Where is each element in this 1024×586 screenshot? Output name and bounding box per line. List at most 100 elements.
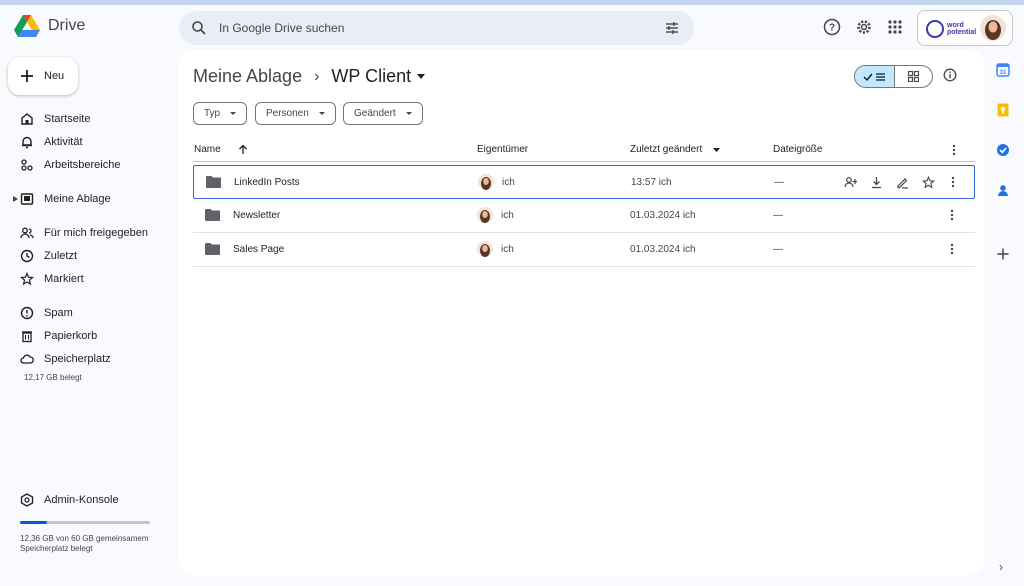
sidebar-item-recent[interactable]: Zuletzt [20,249,77,263]
calendar-icon[interactable]: 31 [996,63,1010,77]
sidebar-item-shared[interactable]: Für mich freigegeben [20,226,148,240]
file-name: Newsletter [233,209,281,221]
owner-name: ich [501,209,514,221]
admin-console-link[interactable]: Admin-Konsole [20,493,119,507]
filter-people-chip[interactable]: Personen [255,102,336,125]
more-vert-icon[interactable] [950,243,954,255]
star-icon[interactable] [922,176,935,189]
admin-console-label: Admin-Konsole [44,494,119,506]
folder-icon [206,176,221,188]
spam-icon [20,306,34,320]
search-options-icon[interactable] [664,20,680,36]
search-input[interactable]: In Google Drive suchen [219,21,344,35]
chevron-right-icon[interactable]: › [999,560,1003,574]
sidebar-item-my-drive[interactable]: Meine Ablage [20,192,111,206]
sidebar-item-storage[interactable]: Speicherplatz [20,352,111,366]
breadcrumb-current-label: WP Client [331,66,412,86]
account-switcher[interactable]: word potential [917,10,1013,46]
sidebar-item-label: Für mich freigegeben [44,227,148,239]
tasks-icon[interactable] [996,143,1010,157]
more-vert-icon[interactable] [950,209,954,221]
file-name-cell[interactable]: Sales Page [205,243,284,255]
sidebar-item-trash[interactable]: Papierkorb [20,329,97,343]
storage-quota-text: 12,36 GB von 60 GB gemeinsamem Speicherp… [20,534,149,553]
sidebar-item-home[interactable]: Startseite [20,112,90,126]
org-logo: word potential [926,20,976,38]
filter-chip-label: Typ [204,108,221,119]
breadcrumb-root[interactable]: Meine Ablage [193,66,302,87]
chevron-down-icon[interactable] [713,148,720,152]
breadcrumb-separator: › [314,67,320,85]
column-size[interactable]: Dateigröße [773,144,822,155]
list-view-check-icon [863,72,885,81]
svg-text:31: 31 [1000,70,1007,76]
info-icon[interactable] [943,68,957,82]
rename-pencil-icon[interactable] [896,176,909,189]
new-button[interactable]: Neu [8,57,78,95]
settings-gear-icon[interactable] [855,18,873,36]
avatar[interactable] [980,15,1006,41]
sidebar-item-label: Startseite [44,113,91,125]
column-modified[interactable]: Zuletzt geändert [630,144,702,155]
chevron-down-icon [417,74,426,79]
keep-icon[interactable] [996,103,1010,117]
more-vert-icon[interactable] [952,144,956,156]
share-person-add-icon[interactable] [844,176,857,189]
list-view-button[interactable] [855,66,895,87]
modified-cell: 01.03.2024 ich [630,210,696,221]
breadcrumb: Meine Ablage › WP Client [193,66,426,87]
trash-icon [22,331,32,343]
table-row[interactable]: LinkedIn Posts ich 13:57 ich — [193,165,975,199]
search-bar[interactable]: In Google Drive suchen [179,11,694,45]
table-row[interactable]: Newsletter ich 01.03.2024 ich — [193,199,975,233]
owner-name: ich [501,243,514,255]
help-icon[interactable]: ? [823,18,841,36]
org-logo-mark [926,20,944,38]
breadcrumb-current[interactable]: WP Client [331,66,426,87]
folder-icon [205,243,220,255]
file-name-cell[interactable]: LinkedIn Posts [206,176,300,188]
sidebar-item-label: Markiert [44,273,84,285]
grid-view-button[interactable] [895,66,932,87]
file-name: LinkedIn Posts [234,176,300,188]
sidebar-item-label: Arbeitsbereiche [44,159,121,171]
org-logo-line1: word [947,22,964,29]
avatar [478,174,494,190]
avatar [477,207,493,223]
new-button-label: Neu [44,70,65,82]
filter-type-chip[interactable]: Typ [193,102,248,125]
add-addon-plus-icon[interactable] [996,247,1010,261]
row-actions [844,176,935,189]
search-icon[interactable] [191,20,207,36]
column-owner[interactable]: Eigentümer [477,144,528,155]
sort-arrow-up-icon[interactable] [238,144,248,155]
sidebar-item-spam[interactable]: Spam [20,306,73,320]
filter-chip-label: Geändert [354,108,396,119]
chevron-down-icon [230,112,237,115]
storage-used-text: 12,17 GB belegt [24,373,82,382]
chevron-down-icon [318,112,325,115]
owner-cell: ich [477,241,514,257]
cloud-icon [20,354,34,364]
table-row[interactable]: Sales Page ich 01.03.2024 ich — [193,233,975,267]
size-cell: — [774,177,784,188]
sidebar-item-starred[interactable]: Markiert [20,272,84,286]
column-name[interactable]: Name [194,144,221,155]
size-cell: — [773,210,783,221]
more-vert-icon[interactable] [951,176,955,188]
clock-icon [20,249,34,263]
svg-text:?: ? [829,23,835,34]
sidebar-item-activity[interactable]: Aktivität [20,135,83,149]
sidebar-item-label: Meine Ablage [44,193,111,205]
contacts-icon[interactable] [996,183,1010,197]
file-name-cell[interactable]: Newsletter [205,209,280,221]
sidebar-item-label: Aktivität [44,136,83,148]
expand-arrow-icon[interactable] [13,196,18,202]
drive-logo[interactable]: Drive [14,15,85,37]
apps-grid-icon[interactable] [886,18,904,36]
download-icon[interactable] [870,176,883,189]
filter-modified-chip[interactable]: Geändert [343,102,423,125]
size-cell: — [773,244,783,255]
filter-chip-label: Personen [266,108,309,119]
sidebar-item-workspaces[interactable]: Arbeitsbereiche [20,158,120,172]
